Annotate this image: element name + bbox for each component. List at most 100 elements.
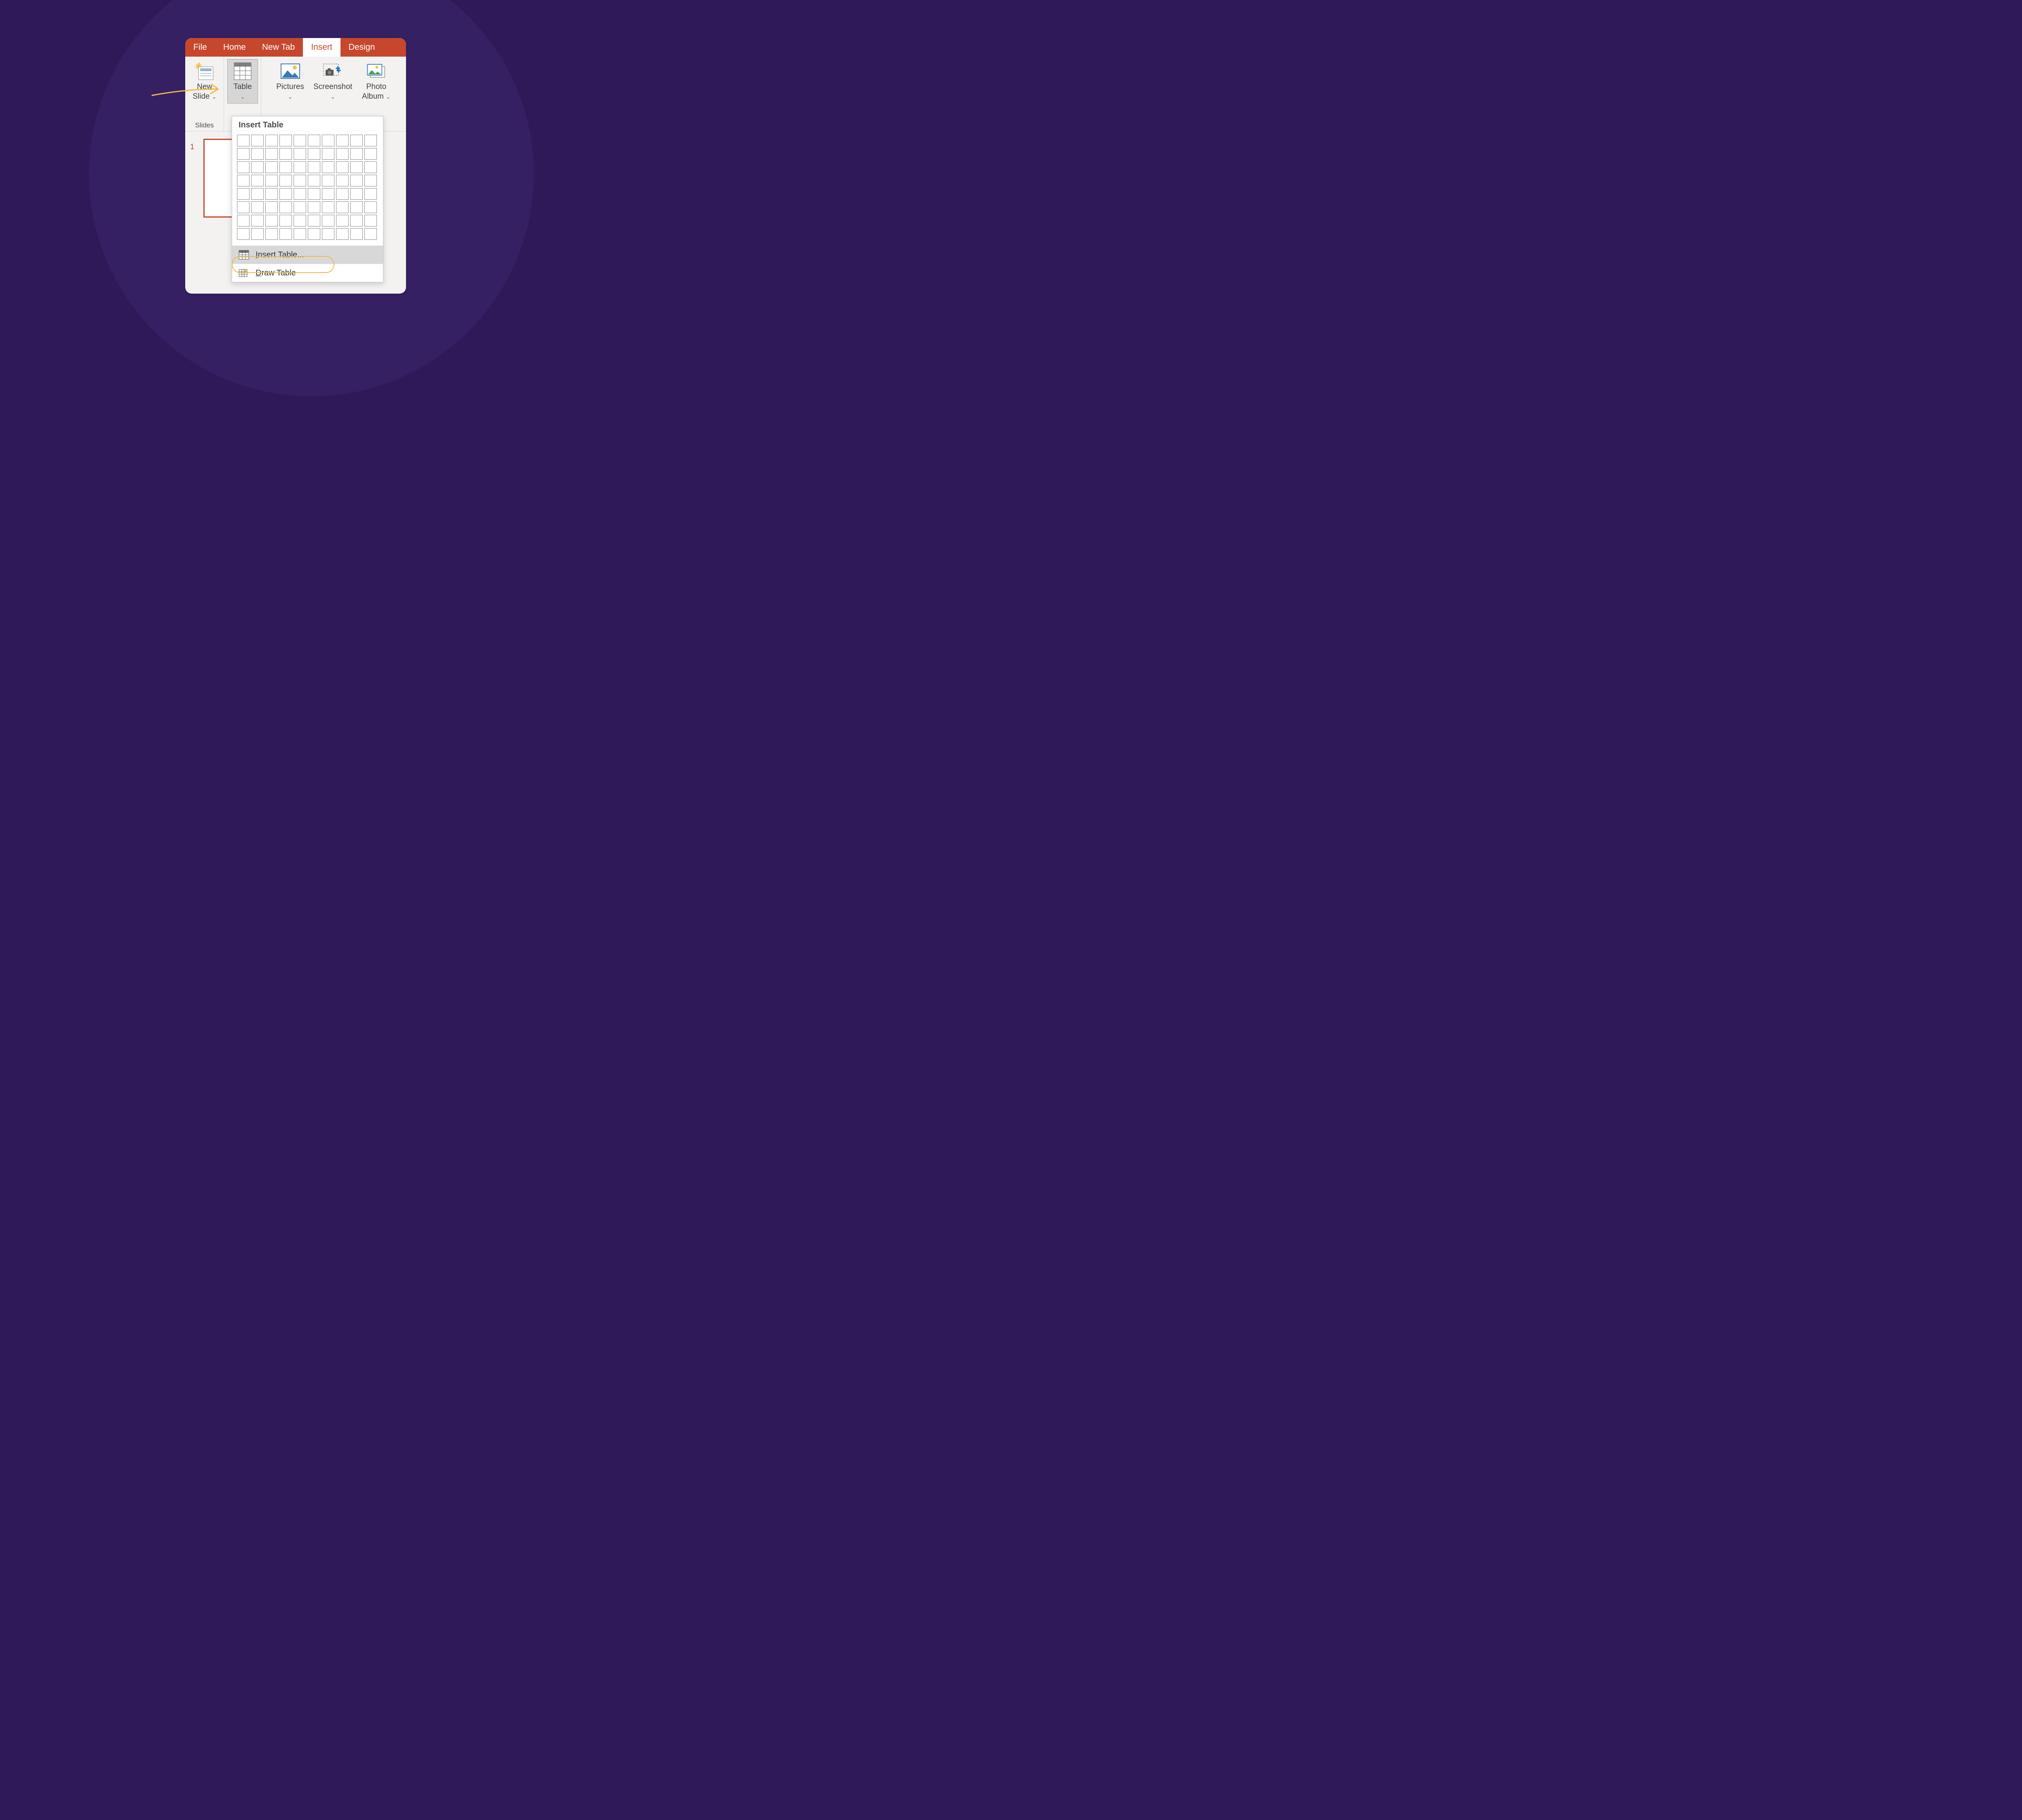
screenshot-button[interactable]: Screenshot ⌄ (310, 59, 355, 104)
table-grid-cell[interactable] (350, 148, 363, 160)
table-grid-cell[interactable] (350, 201, 363, 213)
table-button[interactable]: Table ⌄ (227, 59, 258, 104)
table-grid-cell[interactable] (237, 201, 250, 213)
tab-home[interactable]: Home (215, 38, 254, 57)
table-grid-cell[interactable] (251, 135, 264, 146)
table-grid-cell[interactable] (308, 161, 320, 173)
table-grid-cell[interactable] (279, 228, 292, 240)
ribbon-group-slides: New Slide ⌄ Slides (185, 57, 224, 131)
tab-new-tab[interactable]: New Tab (254, 38, 303, 57)
table-grid-cell[interactable] (265, 148, 278, 160)
table-grid-cell[interactable] (364, 188, 377, 200)
table-grid-cell[interactable] (336, 148, 349, 160)
table-grid-cell[interactable] (237, 135, 250, 146)
table-grid-cell[interactable] (322, 201, 334, 213)
table-grid-cell[interactable] (265, 215, 278, 226)
table-grid-cell[interactable] (322, 161, 334, 173)
table-grid-cell[interactable] (308, 148, 320, 160)
table-grid-cell[interactable] (350, 215, 363, 226)
tab-design[interactable]: Design (341, 38, 383, 57)
table-grid-cell[interactable] (294, 148, 306, 160)
table-grid-cell[interactable] (251, 161, 264, 173)
table-grid-cell[interactable] (237, 215, 250, 226)
table-grid-cell[interactable] (308, 188, 320, 200)
table-grid-cell[interactable] (322, 135, 334, 146)
table-grid-cell[interactable] (279, 148, 292, 160)
table-grid-cell[interactable] (336, 201, 349, 213)
table-grid-cell[interactable] (237, 175, 250, 186)
table-grid-cell[interactable] (364, 228, 377, 240)
table-grid-cell[interactable] (237, 161, 250, 173)
draw-table-menu-item[interactable]: Draw Table (232, 264, 383, 282)
table-grid-cell[interactable] (237, 228, 250, 240)
table-icon (233, 61, 253, 81)
table-grid-cell[interactable] (294, 215, 306, 226)
table-grid-cell[interactable] (294, 161, 306, 173)
table-grid-cell[interactable] (322, 228, 334, 240)
table-grid-cell[interactable] (336, 161, 349, 173)
table-grid-cell[interactable] (251, 228, 264, 240)
pictures-label: Pictures ⌄ (276, 82, 304, 102)
pictures-button[interactable]: Pictures ⌄ (272, 59, 309, 104)
table-grid-cell[interactable] (251, 188, 264, 200)
table-grid-cell[interactable] (364, 161, 377, 173)
draw-table-label: Draw Table (256, 269, 296, 278)
table-grid-cell[interactable] (294, 135, 306, 146)
table-grid-cell[interactable] (265, 175, 278, 186)
tab-file[interactable]: File (185, 38, 215, 57)
table-grid-cell[interactable] (279, 135, 292, 146)
table-grid-cell[interactable] (336, 175, 349, 186)
table-grid-cell[interactable] (322, 175, 334, 186)
table-grid-cell[interactable] (279, 175, 292, 186)
table-size-grid[interactable] (232, 132, 383, 245)
table-grid-cell[interactable] (279, 188, 292, 200)
table-grid-cell[interactable] (350, 175, 363, 186)
tab-insert[interactable]: Insert (303, 38, 341, 57)
table-grid-cell[interactable] (294, 175, 306, 186)
table-grid-cell[interactable] (251, 215, 264, 226)
table-grid-cell[interactable] (294, 188, 306, 200)
table-grid-cell[interactable] (350, 161, 363, 173)
table-grid-cell[interactable] (322, 188, 334, 200)
table-grid-cell[interactable] (322, 215, 334, 226)
table-grid-cell[interactable] (294, 201, 306, 213)
chevron-down-icon: ⌄ (288, 93, 293, 100)
insert-table-menu-item[interactable]: Insert Table... (232, 245, 383, 264)
table-grid-cell[interactable] (364, 201, 377, 213)
table-grid-cell[interactable] (308, 201, 320, 213)
table-grid-cell[interactable] (308, 228, 320, 240)
table-grid-cell[interactable] (364, 135, 377, 146)
table-grid-cell[interactable] (279, 215, 292, 226)
table-grid-cell[interactable] (336, 188, 349, 200)
table-grid-cell[interactable] (350, 228, 363, 240)
table-grid-cell[interactable] (294, 228, 306, 240)
table-grid-cell[interactable] (251, 175, 264, 186)
table-grid-cell[interactable] (364, 148, 377, 160)
table-grid-cell[interactable] (279, 161, 292, 173)
table-grid-cell[interactable] (322, 148, 334, 160)
table-grid-cell[interactable] (265, 228, 278, 240)
table-grid-cell[interactable] (265, 161, 278, 173)
table-grid-cell[interactable] (336, 135, 349, 146)
table-grid-cell[interactable] (279, 201, 292, 213)
table-grid-cell[interactable] (251, 201, 264, 213)
table-grid-cell[interactable] (350, 188, 363, 200)
photo-album-button[interactable]: Photo Album ⌄ (357, 59, 395, 104)
pictures-icon (280, 61, 300, 81)
table-grid-cell[interactable] (265, 135, 278, 146)
table-grid-cell[interactable] (308, 175, 320, 186)
table-grid-cell[interactable] (364, 175, 377, 186)
table-grid-cell[interactable] (364, 215, 377, 226)
table-grid-cell[interactable] (308, 135, 320, 146)
table-grid-cell[interactable] (350, 135, 363, 146)
table-grid-cell[interactable] (265, 188, 278, 200)
table-grid-cell[interactable] (237, 188, 250, 200)
table-grid-cell[interactable] (251, 148, 264, 160)
table-grid-cell[interactable] (237, 148, 250, 160)
table-grid-cell[interactable] (265, 201, 278, 213)
chevron-down-icon: ⌄ (386, 93, 391, 100)
table-grid-cell[interactable] (336, 228, 349, 240)
table-grid-cell[interactable] (308, 215, 320, 226)
table-grid-cell[interactable] (336, 215, 349, 226)
new-slide-button[interactable]: New Slide ⌄ (188, 59, 221, 104)
